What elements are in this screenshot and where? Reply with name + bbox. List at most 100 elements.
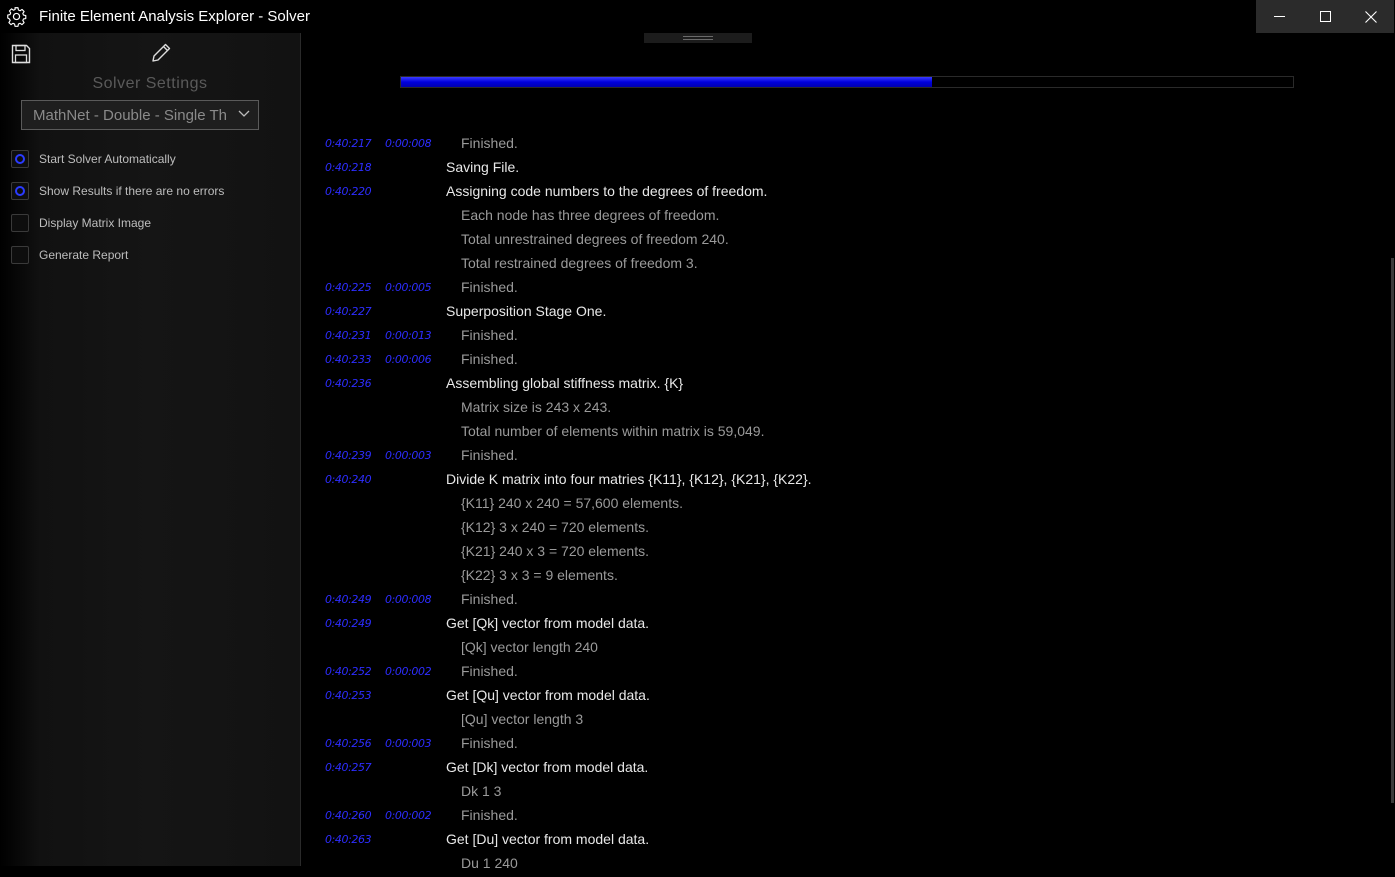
log-timestamp: 0:40:240 bbox=[325, 473, 372, 486]
window-title: Finite Element Analysis Explorer - Solve… bbox=[39, 8, 310, 25]
option-row[interactable]: Show Results if there are no errors bbox=[11, 181, 224, 201]
log-row: 0:40:218 Saving File. bbox=[301, 157, 1381, 181]
minimize-icon bbox=[1273, 16, 1285, 17]
log-elapsed: 0:00:008 bbox=[385, 137, 432, 150]
log-message: Finished. bbox=[461, 279, 518, 295]
log-timestamp: 0:40:239 bbox=[325, 449, 372, 462]
solver-log: 0:40:217 0:00:008 Finished. 0:40:218 Saving … bbox=[301, 133, 1381, 877]
log-elapsed: 0:00:013 bbox=[385, 329, 432, 342]
log-row: 0:40:217 0:00:008 Finished. bbox=[301, 133, 1381, 157]
log-elapsed: 0:00:008 bbox=[385, 593, 432, 606]
log-timestamp: 0:40:218 bbox=[325, 161, 372, 174]
log-row: 0:40:240 Divide K matrix into four matrie… bbox=[301, 469, 1381, 493]
log-message: Get [Qk] vector from model data. bbox=[446, 615, 650, 631]
log-timestamp: 0:40:227 bbox=[325, 305, 372, 318]
log-elapsed: 0:00:006 bbox=[385, 353, 432, 366]
option-label: Generate Report bbox=[39, 248, 129, 262]
log-row: 0:40:263 Get [Du] vector from model data. bbox=[301, 829, 1381, 853]
log-message: Each node has three degrees of freedom. bbox=[461, 207, 720, 223]
minimize-button[interactable] bbox=[1256, 0, 1302, 33]
log-row: 0:40:256 0:00:003 Finished. bbox=[301, 733, 1381, 757]
close-icon bbox=[1365, 10, 1377, 23]
log-message: Finished. bbox=[461, 807, 518, 823]
option-checkbox[interactable] bbox=[11, 246, 29, 264]
log-timestamp: 0:40:256 bbox=[325, 737, 372, 750]
log-message: Finished. bbox=[461, 327, 518, 343]
log-row: Du 1 240 bbox=[301, 853, 1381, 877]
log-message: Dk 1 3 bbox=[461, 783, 502, 799]
log-message: Saving File. bbox=[446, 159, 520, 175]
log-row: {K22} 3 x 3 = 9 elements. bbox=[301, 565, 1381, 589]
log-timestamp: 0:40:225 bbox=[325, 281, 372, 294]
log-message: Finished. bbox=[461, 135, 518, 151]
solver-select-value: MathNet - Double - Single Th bbox=[33, 107, 227, 124]
drag-handle[interactable] bbox=[644, 33, 752, 43]
log-row: 0:40:249 0:00:008 Finished. bbox=[301, 589, 1381, 613]
log-message: Matrix size is 243 x 243. bbox=[461, 399, 612, 415]
log-message: [Qk] vector length 240 bbox=[461, 639, 598, 655]
log-timestamp: 0:40:249 bbox=[325, 617, 372, 630]
solver-settings-title: Solver Settings bbox=[92, 75, 208, 92]
log-message: Get [Du] vector from model data. bbox=[446, 831, 650, 847]
log-timestamp: 0:40:263 bbox=[325, 833, 372, 846]
log-row: 0:40:227 Superposition Stage One. bbox=[301, 301, 1381, 325]
log-row: 0:40:233 0:00:006 Finished. bbox=[301, 349, 1381, 373]
log-timestamp: 0:40:220 bbox=[325, 185, 372, 198]
log-message: Divide K matrix into four matries {K11},… bbox=[446, 471, 812, 487]
pencil-icon[interactable] bbox=[150, 42, 172, 64]
gear-icon[interactable] bbox=[6, 6, 27, 27]
log-message: Total restrained degrees of freedom 3. bbox=[461, 255, 698, 271]
log-message: Finished. bbox=[461, 735, 518, 751]
log-row: {K11} 240 x 240 = 57,600 elements. bbox=[301, 493, 1381, 517]
log-row: 0:40:257 Get [Dk] vector from model data. bbox=[301, 757, 1381, 781]
option-checkbox[interactable] bbox=[11, 150, 29, 168]
option-checkbox[interactable] bbox=[11, 214, 29, 232]
log-row: 0:40:252 0:00:002 Finished. bbox=[301, 661, 1381, 685]
log-message: Superposition Stage One. bbox=[446, 303, 607, 319]
log-message: Assigning code numbers to the degrees of… bbox=[446, 183, 768, 199]
log-elapsed: 0:00:002 bbox=[385, 809, 432, 822]
log-timestamp: 0:40:252 bbox=[325, 665, 372, 678]
log-timestamp: 0:40:217 bbox=[325, 137, 372, 150]
log-timestamp: 0:40:260 bbox=[325, 809, 372, 822]
log-row: 0:40:236 Assembling global stiffness matr… bbox=[301, 373, 1381, 397]
log-row: [Qk] vector length 240 bbox=[301, 637, 1381, 661]
log-timestamp: 0:40:249 bbox=[325, 593, 372, 606]
option-row[interactable]: Display Matrix Image bbox=[11, 213, 151, 233]
log-message: {K21} 240 x 3 = 720 elements. bbox=[461, 543, 649, 559]
maximize-icon bbox=[1319, 11, 1331, 22]
option-row[interactable]: Start Solver Automatically bbox=[11, 149, 176, 169]
log-message: Du 1 240 bbox=[461, 855, 518, 871]
log-message: Get [Qu] vector from model data. bbox=[446, 687, 650, 703]
solver-select[interactable]: MathNet - Double - Single Th bbox=[21, 100, 259, 130]
solver-progress-bar bbox=[400, 76, 1294, 88]
solver-progress-fill bbox=[401, 77, 932, 87]
close-button[interactable] bbox=[1348, 0, 1394, 33]
log-elapsed: 0:00:005 bbox=[385, 281, 432, 294]
log-timestamp: 0:40:233 bbox=[325, 353, 372, 366]
log-timestamp: 0:40:231 bbox=[325, 329, 372, 342]
log-row: {K12} 3 x 240 = 720 elements. bbox=[301, 517, 1381, 541]
log-row: Matrix size is 243 x 243. bbox=[301, 397, 1381, 421]
log-message: Finished. bbox=[461, 591, 518, 607]
option-label: Show Results if there are no errors bbox=[39, 184, 225, 198]
maximize-button[interactable] bbox=[1302, 0, 1348, 33]
log-scrollbar[interactable] bbox=[1391, 258, 1394, 803]
log-message: Get [Dk] vector from model data. bbox=[446, 759, 649, 775]
option-row[interactable]: Generate Report bbox=[11, 245, 128, 265]
log-row: Total restrained degrees of freedom 3. bbox=[301, 253, 1381, 277]
log-row: Dk 1 3 bbox=[301, 781, 1381, 805]
log-row: 0:40:260 0:00:002 Finished. bbox=[301, 805, 1381, 829]
log-row: 0:40:239 0:00:003 Finished. bbox=[301, 445, 1381, 469]
log-row: Total unrestrained degrees of freedom 24… bbox=[301, 229, 1381, 253]
save-icon[interactable] bbox=[10, 43, 32, 65]
log-row: Each node has three degrees of freedom. bbox=[301, 205, 1381, 229]
option-label: Start Solver Automatically bbox=[39, 152, 176, 166]
log-timestamp: 0:40:253 bbox=[325, 689, 372, 702]
title-bar: Finite Element Analysis Explorer - Solve… bbox=[0, 0, 1395, 34]
log-message: {K12} 3 x 240 = 720 elements. bbox=[461, 519, 649, 535]
log-message: Finished. bbox=[461, 663, 518, 679]
solver-output-panel: 0:40:217 0:00:008 Finished. 0:40:218 Saving … bbox=[301, 33, 1395, 871]
option-checkbox[interactable] bbox=[11, 182, 29, 200]
log-row: Total number of elements within matrix i… bbox=[301, 421, 1381, 445]
